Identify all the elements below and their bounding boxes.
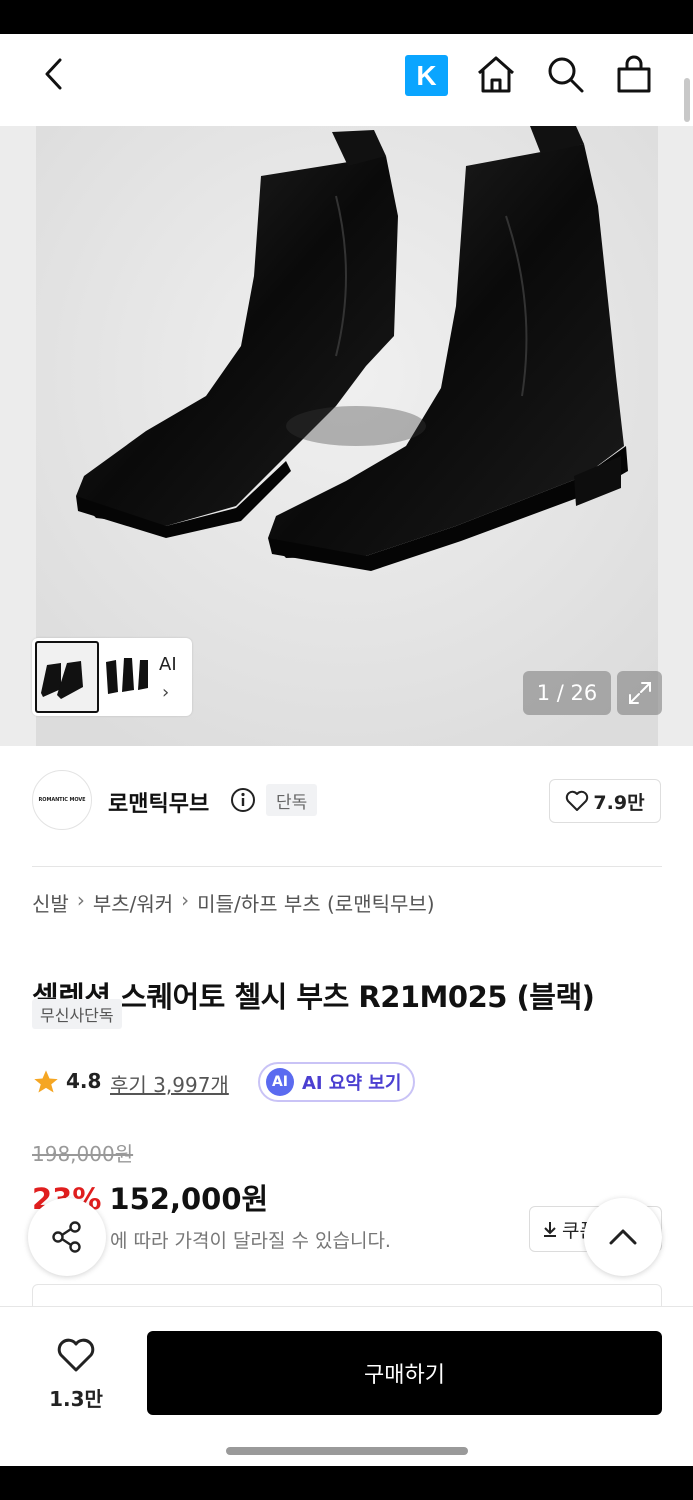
boots-thumbnail-side — [106, 658, 148, 694]
image-counter: 1 / 26 — [523, 671, 611, 715]
original-price: 198,000원 — [32, 1142, 134, 1166]
wishlist-button[interactable]: 1.3만 — [36, 1335, 116, 1419]
share-button[interactable] — [28, 1198, 106, 1276]
chevron-right-icon: › — [76, 888, 85, 912]
rating-value: 4.8 — [66, 1069, 102, 1093]
search-icon — [548, 57, 584, 93]
heart-icon — [57, 1338, 95, 1372]
chevron-right-icon: › — [181, 888, 190, 912]
breadcrumb-item[interactable]: 신발 — [32, 888, 69, 917]
status-bar — [0, 0, 693, 34]
price-note: 에 따라 가격이 달라질 수 있습니다. — [110, 1230, 391, 1252]
home-indicator[interactable] — [226, 1447, 468, 1455]
download-icon — [544, 1222, 556, 1237]
share-icon — [52, 1221, 81, 1253]
thumbnail-selected[interactable] — [35, 641, 99, 713]
review-count-link[interactable]: 후기 3,997개 — [110, 1069, 229, 1098]
home-button[interactable] — [474, 52, 518, 96]
back-button[interactable] — [32, 52, 76, 96]
ai-summary-button[interactable]: AI AI 요약 보기 — [258, 1062, 416, 1102]
ai-chip-icon: AI — [266, 1068, 294, 1096]
info-icon[interactable] — [230, 787, 256, 813]
star-icon — [34, 1070, 58, 1093]
brand-name[interactable]: 로맨틱무브 — [108, 786, 209, 818]
wishlist-count: 1.3만 — [49, 1387, 103, 1411]
sale-price: 152,000원 — [109, 1182, 269, 1216]
breadcrumb: 신발 › 부츠/워커 › 미들/하프 부츠 (로맨틱무브) — [32, 888, 435, 917]
shopping-bag-icon — [617, 55, 651, 93]
brand-logo[interactable]: ROMANTIC MOVE — [32, 770, 92, 830]
scrollbar[interactable] — [684, 78, 690, 122]
chevron-right-icon: › — [162, 682, 170, 703]
boots-thumbnail — [41, 661, 83, 699]
buy-button[interactable]: 구매하기 — [147, 1331, 662, 1415]
brand-like-count: 7.9만 — [593, 791, 645, 814]
cart-button[interactable] — [612, 52, 656, 96]
breadcrumb-item[interactable]: 부츠/워커 — [93, 888, 173, 917]
scroll-top-button[interactable] — [584, 1198, 662, 1276]
expand-button[interactable] — [617, 671, 662, 715]
chevron-up-icon — [609, 1229, 637, 1245]
exclusive-tag: 무신사단독 — [32, 999, 122, 1029]
search-button[interactable] — [543, 52, 587, 96]
bottom-action-bar: 1.3만 구매하기 — [0, 1306, 693, 1466]
brand-row: ROMANTIC MOVE 로맨틱무브 단독 7.9만 — [0, 746, 693, 867]
rating-row: 4.8 후기 3,997개 AI AI 요약 보기 — [32, 1062, 672, 1102]
heart-icon — [566, 790, 589, 811]
system-bottom-strip — [0, 1466, 693, 1500]
product-image-gallery[interactable]: AI › 1 / 26 — [0, 126, 693, 746]
ai-thumbnail-card[interactable]: AI › — [32, 638, 192, 716]
ai-summary-label: AI 요약 보기 — [302, 1073, 402, 1094]
app-screen: K AI › 1 / 26 ROMANTIC MOVE 로맨틱무브 단독 7.9… — [0, 34, 693, 1466]
brand-like-button[interactable]: 7.9만 — [549, 779, 661, 823]
top-header: K — [0, 34, 693, 126]
brand-exclusive-badge: 단독 — [266, 784, 318, 816]
divider — [32, 866, 662, 867]
breadcrumb-item[interactable]: 미들/하프 부츠 (로맨틱무브) — [197, 888, 434, 917]
expand-icon — [628, 682, 651, 704]
thumbnail-ai-label: AI — [159, 654, 177, 675]
k-badge-button[interactable]: K — [405, 55, 448, 96]
home-icon — [478, 56, 514, 93]
chevron-left-icon — [45, 58, 62, 90]
